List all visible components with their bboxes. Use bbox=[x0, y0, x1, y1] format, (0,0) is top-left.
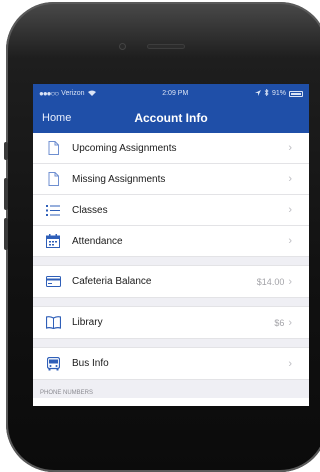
bus-icon bbox=[42, 356, 64, 371]
location-icon bbox=[254, 89, 261, 98]
earpiece-speaker bbox=[147, 44, 185, 49]
document-icon bbox=[42, 172, 64, 186]
menu-item-cafeteria-balance[interactable]: Cafeteria Balance $14.00 › bbox=[33, 266, 309, 298]
status-right: 91% bbox=[254, 88, 303, 98]
carrier-name: Verizon bbox=[61, 90, 85, 97]
bluetooth-icon bbox=[264, 88, 269, 98]
book-icon bbox=[42, 316, 64, 329]
battery-icon bbox=[289, 90, 303, 97]
chevron-right-icon: › bbox=[288, 204, 292, 216]
home-back-button[interactable]: Home bbox=[42, 112, 71, 124]
list-icon bbox=[42, 204, 64, 216]
chevron-right-icon: › bbox=[288, 316, 292, 329]
mute-switch bbox=[4, 142, 8, 160]
battery-percent: 91% bbox=[271, 90, 286, 97]
chevron-right-icon: › bbox=[288, 173, 292, 185]
section-header-phone-numbers: PHONE NUMBERS bbox=[33, 380, 309, 398]
volume-down-button bbox=[4, 218, 8, 250]
document-icon bbox=[42, 141, 64, 155]
status-bar: ●●●○○ Verizon 2:09 PM 91% bbox=[33, 84, 309, 103]
chevron-right-icon: › bbox=[288, 235, 292, 247]
cafeteria-balance-value: $14.00 bbox=[256, 276, 285, 287]
menu-item-label: Classes bbox=[72, 204, 108, 216]
menu-item-label: Upcoming Assignments bbox=[72, 142, 177, 154]
menu-item-classes[interactable]: Classes › bbox=[33, 195, 309, 226]
page-title: Account Info bbox=[134, 111, 208, 125]
section-separator bbox=[33, 257, 309, 266]
menu-item-upcoming-assignments[interactable]: Upcoming Assignments › bbox=[33, 133, 309, 164]
wifi-icon bbox=[87, 90, 96, 98]
menu-item-library[interactable]: Library $6 › bbox=[33, 307, 309, 339]
volume-up-button bbox=[4, 178, 8, 210]
status-time: 2:09 PM bbox=[162, 90, 189, 97]
menu-item-label: Library bbox=[72, 317, 103, 328]
calendar-icon bbox=[42, 234, 64, 248]
section-separator bbox=[33, 298, 309, 307]
menu-item-label: Bus Info bbox=[72, 358, 109, 369]
credit-card-icon bbox=[42, 276, 64, 287]
chevron-right-icon: › bbox=[288, 357, 292, 370]
menu-item-missing-assignments[interactable]: Missing Assignments › bbox=[33, 164, 309, 195]
front-camera bbox=[119, 43, 126, 50]
nav-bar: Home Account Info bbox=[33, 103, 309, 133]
signal-icon: ●●●○○ bbox=[39, 89, 59, 98]
status-left: ●●●○○ Verizon bbox=[39, 89, 96, 98]
menu-item-label: Cafeteria Balance bbox=[72, 276, 152, 287]
phone-screen: ●●●○○ Verizon 2:09 PM 91% Home Account I… bbox=[33, 84, 309, 406]
menu-item-bus-info[interactable]: Bus Info › bbox=[33, 348, 309, 380]
menu-item-label: Attendance bbox=[72, 235, 123, 247]
chevron-right-icon: › bbox=[288, 275, 292, 288]
library-fine-value: $6 bbox=[274, 317, 285, 328]
section-separator bbox=[33, 339, 309, 348]
chevron-right-icon: › bbox=[288, 142, 292, 154]
menu-item-attendance[interactable]: Attendance › bbox=[33, 226, 309, 257]
menu-item-label: Missing Assignments bbox=[72, 173, 166, 185]
